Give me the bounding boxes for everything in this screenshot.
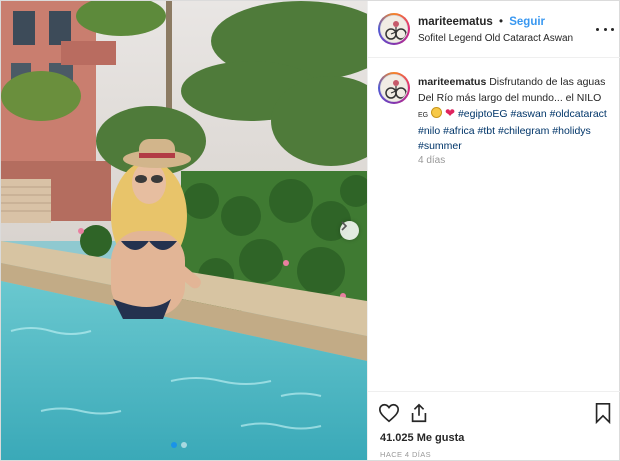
post-timestamp[interactable]: HACE 4 DÍAS <box>380 450 431 459</box>
heart-outline-icon[interactable] <box>378 402 400 424</box>
carousel-dot <box>171 442 177 448</box>
chevron-right-icon <box>341 221 348 231</box>
instagram-post: mariteematus • Seguir Sofitel Legend Old… <box>0 0 620 461</box>
heart-emoji: ❤ <box>444 106 456 120</box>
username-link[interactable]: mariteematus <box>418 16 493 28</box>
location-link[interactable]: Sofitel Legend Old Cataract Aswan <box>418 33 573 44</box>
more-dot <box>611 27 614 31</box>
share-icon[interactable] <box>408 402 430 424</box>
hashtag-link[interactable]: #oldcataract <box>550 108 607 120</box>
follow-button[interactable]: Seguir <box>509 16 545 28</box>
more-dot <box>596 27 599 31</box>
hashtag-link[interactable]: #africa <box>443 125 475 137</box>
hashtag-link[interactable]: #egiptoEG <box>458 108 508 120</box>
hashtag-link[interactable]: #holidys <box>552 125 591 137</box>
avatar[interactable] <box>380 15 408 43</box>
hashtag-link[interactable]: #chilegram <box>498 125 549 137</box>
post-photo[interactable] <box>1 1 367 460</box>
caption-time: 4 días <box>418 155 446 166</box>
pool-photo-illustration <box>1 1 367 460</box>
hashtag-link[interactable]: #aswan <box>511 108 547 120</box>
more-dot <box>603 27 607 31</box>
caption-avatar[interactable] <box>380 74 408 102</box>
carousel-next-button[interactable] <box>340 221 359 240</box>
post-side-panel: mariteematus • Seguir Sofitel Legend Old… <box>367 1 620 460</box>
flag-text: EG <box>418 112 429 119</box>
post-header: mariteematus • Seguir Sofitel Legend Old… <box>368 1 620 58</box>
carousel-dot <box>181 442 187 448</box>
separator: • <box>499 16 504 28</box>
caption-username-link[interactable]: mariteematus <box>418 76 486 88</box>
hashtag-link[interactable]: #nilo <box>418 125 440 137</box>
more-options-icon[interactable] <box>596 21 614 37</box>
post-caption: mariteematus Disfrutando de las aguas De… <box>418 75 614 155</box>
hashtag-link[interactable]: #summer <box>418 140 462 152</box>
bookmark-icon[interactable] <box>592 402 614 424</box>
like-count[interactable]: 41.025 Me gusta <box>380 432 464 444</box>
carousel-dots <box>171 442 187 448</box>
header-user-line: mariteematus • Seguir <box>418 16 545 28</box>
grinning-face-emoji <box>431 107 443 118</box>
post-actions: 41.025 Me gusta HACE 4 DÍAS <box>368 391 620 460</box>
hashtag-link[interactable]: #tbt <box>478 125 496 137</box>
